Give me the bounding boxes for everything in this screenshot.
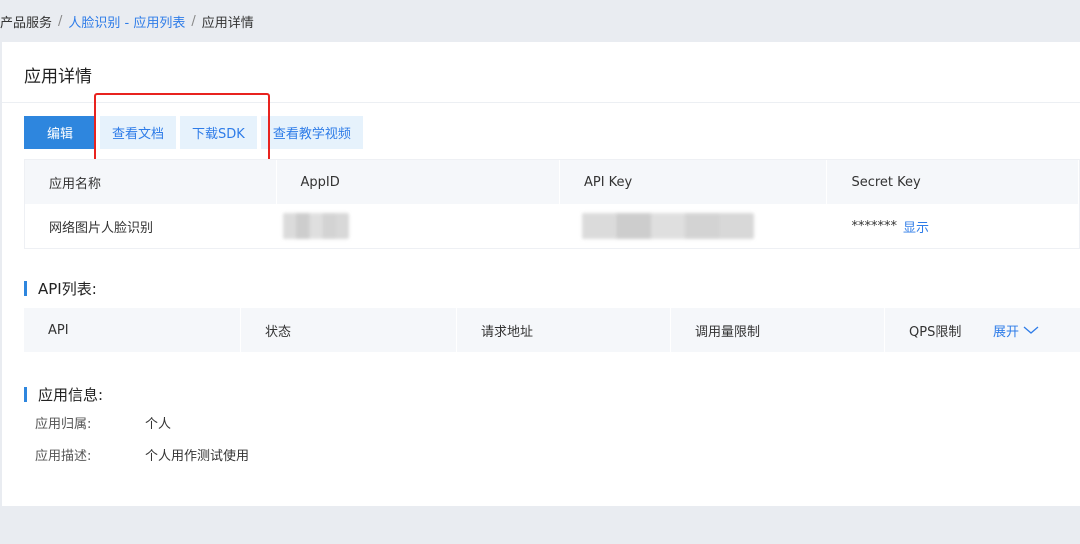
redacted-api-key	[581, 213, 754, 239]
app-info-title: 应用信息:	[38, 386, 104, 404]
api-list-table: API 状态 请求地址 调用量限制 QPS限制 展开	[24, 308, 1080, 352]
breadcrumb-separator: /	[58, 13, 63, 29]
page-footer-background	[0, 506, 1080, 544]
breadcrumb: 产品服务 / 人脸识别 - 应用列表 / 应用详情	[0, 0, 1080, 42]
column-header-api-key: API Key	[560, 160, 828, 204]
app-detail-card: 应用详情 编辑 查看文档 下载SDK 查看教学视频 应用名称 AppID API…	[2, 42, 1080, 506]
api-list-section-title: API列表:	[24, 278, 97, 299]
column-header-request-url: 请求地址	[457, 308, 671, 352]
redacted-appid	[282, 213, 349, 239]
breadcrumb-separator: /	[191, 13, 196, 29]
info-row-owner: 应用归属: 个人	[35, 413, 171, 432]
app-keys-table: 应用名称 AppID API Key Secret Key 网络图片人脸识别 *…	[24, 159, 1080, 249]
secret-key-masked: *******	[851, 218, 897, 234]
column-header-secret-key: Secret Key	[827, 160, 1079, 204]
breadcrumb-parent-link[interactable]: 人脸识别 - 应用列表	[68, 12, 185, 31]
page-title: 应用详情	[24, 67, 92, 87]
secret-key-cell: ******* 显示	[827, 204, 1079, 248]
table-header-row: 应用名称 AppID API Key Secret Key	[25, 160, 1079, 204]
section-marker	[24, 281, 27, 296]
show-secret-link[interactable]: 显示	[903, 217, 929, 236]
info-row-description: 应用描述: 个人用作测试使用	[35, 445, 249, 464]
view-tutorial-video-button[interactable]: 查看教学视频	[260, 116, 363, 149]
section-marker	[24, 387, 27, 402]
chevron-down-icon	[1023, 326, 1039, 334]
owner-value: 个人	[145, 417, 172, 432]
owner-label: 应用归属:	[35, 417, 92, 432]
app-info-section-title: 应用信息:	[24, 384, 103, 405]
breadcrumb-root[interactable]: 产品服务	[0, 12, 52, 31]
column-header-app-name: 应用名称	[25, 160, 277, 204]
annotation-highlight-box	[94, 93, 270, 163]
app-name-cell: 网络图片人脸识别	[25, 204, 277, 248]
expand-label: 展开	[993, 324, 1020, 340]
table-header-row: API 状态 请求地址 调用量限制 QPS限制 展开	[24, 308, 1080, 352]
appid-cell	[277, 204, 560, 248]
api-list-title: API列表:	[38, 280, 97, 298]
edit-button[interactable]: 编辑	[24, 116, 96, 149]
breadcrumb-current: 应用详情	[201, 15, 254, 31]
column-header-call-limit: 调用量限制	[671, 308, 885, 352]
column-header-appid: AppID	[277, 160, 560, 204]
description-value: 个人用作测试使用	[145, 449, 250, 464]
table-row: 网络图片人脸识别 ******* 显示	[25, 204, 1079, 248]
column-header-qps-limit: QPS限制	[909, 324, 962, 340]
description-label: 应用描述:	[35, 449, 92, 464]
api-key-cell	[560, 204, 828, 248]
column-header-status: 状态	[241, 308, 457, 352]
expand-toggle[interactable]: 展开	[993, 321, 1039, 340]
column-header-api: API	[24, 308, 241, 352]
